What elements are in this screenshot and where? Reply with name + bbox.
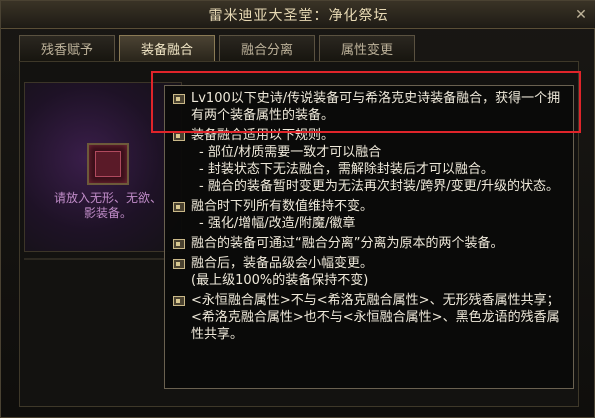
bullet-icon (173, 296, 185, 306)
bullet-icon (173, 94, 185, 104)
tooltip-text: 融合时下列所有数值维持不变。 - 强化/增幅/改造/附魔/徽章 (191, 198, 373, 232)
bullet-icon (173, 259, 185, 269)
grade-change-line: 融合后，装备品级会小幅变更。 (191, 256, 374, 271)
equipment-slot[interactable] (87, 143, 129, 185)
bullet-icon (173, 202, 185, 212)
altar-window: 雷米迪亚大圣堂：净化祭坛 ✕ 残香赋予 装备融合 融合分离 属性变更 请放入无形… (0, 0, 595, 418)
tooltip-text: 装备融合适用以下规则。 - 部位/材质需要一致才可以融合 - 封装状态下无法融合… (191, 127, 559, 195)
equipment-slot-area: 请放入无形、无欲、 影装备。 (24, 82, 182, 252)
tab-fusion-separation[interactable]: 融合分离 (219, 35, 315, 61)
rule-line: - 部位/材质需要一致才可以融合 (199, 145, 382, 160)
close-icon[interactable]: ✕ (572, 6, 590, 24)
slot-frame-icon (95, 151, 121, 177)
tooltip-text: <永恒融合属性>不与<希洛克融合属性>、无形残香属性共享；<希洛克融合属性>也不… (191, 293, 560, 342)
panel-divider (24, 258, 182, 260)
tooltip-item: <永恒融合属性>不与<希洛克融合属性>、无形残香属性共享；<希洛克融合属性>也不… (173, 292, 563, 343)
tooltip-item: 融合后，装备品级会小幅变更。 (最上级100%的装备保持不变) (173, 255, 563, 289)
bullet-icon (173, 239, 185, 249)
tab-equipment-fusion[interactable]: 装备融合 (119, 35, 215, 61)
rule-line: - 融合的装备暂时变更为无法再次封装/跨界/变更/升级的状态。 (199, 179, 559, 194)
slot-hint: 请放入无形、无欲、 影装备。 (33, 191, 183, 221)
tooltip-text: 融合的装备可通过“融合分离”分离为原本的两个装备。 (191, 236, 504, 251)
tooltip-text: Lv100以下史诗/传说装备可与希洛克史诗装备融合，获得一个拥有两个装备属性的装… (191, 91, 561, 123)
tab-attribute-change[interactable]: 属性变更 (319, 35, 415, 61)
tooltip-text: 融合后，装备品级会小幅变更。 (最上级100%的装备保持不变) (191, 255, 373, 289)
slot-hint-line2: 影装备。 (83, 206, 132, 220)
grade-keep-line: (最上级100%的装备保持不变) (191, 273, 369, 288)
window-title: 雷米迪亚大圣堂：净化祭坛 (208, 7, 389, 24)
tab-fragrance-grant[interactable]: 残香赋予 (19, 35, 115, 61)
title-bar[interactable]: 雷米迪亚大圣堂：净化祭坛 ✕ (1, 1, 595, 29)
keep-values-title: 融合时下列所有数值维持不变。 (191, 199, 374, 214)
fusion-rules-tooltip: Lv100以下史诗/传说装备可与希洛克史诗装备融合，获得一个拥有两个装备属性的装… (164, 85, 574, 389)
tooltip-item: 融合时下列所有数值维持不变。 - 强化/增幅/改造/附魔/徽章 (173, 198, 563, 232)
bullet-icon (173, 131, 185, 141)
rules-title: 装备融合适用以下规则。 (191, 128, 335, 143)
slot-hint-line1: 请放入无形、无欲、 (53, 191, 162, 205)
tooltip-item: Lv100以下史诗/传说装备可与希洛克史诗装备融合，获得一个拥有两个装备属性的装… (173, 90, 563, 124)
tab-bar: 残香赋予 装备融合 融合分离 属性变更 (19, 35, 415, 61)
rule-line: - 强化/增幅/改造/附魔/徽章 (199, 216, 356, 231)
rule-line: - 封装状态下无法融合，需解除封装后才可以融合。 (199, 162, 494, 177)
tooltip-item: 装备融合适用以下规则。 - 部位/材质需要一致才可以融合 - 封装状态下无法融合… (173, 127, 563, 195)
tooltip-item: 融合的装备可通过“融合分离”分离为原本的两个装备。 (173, 235, 563, 252)
